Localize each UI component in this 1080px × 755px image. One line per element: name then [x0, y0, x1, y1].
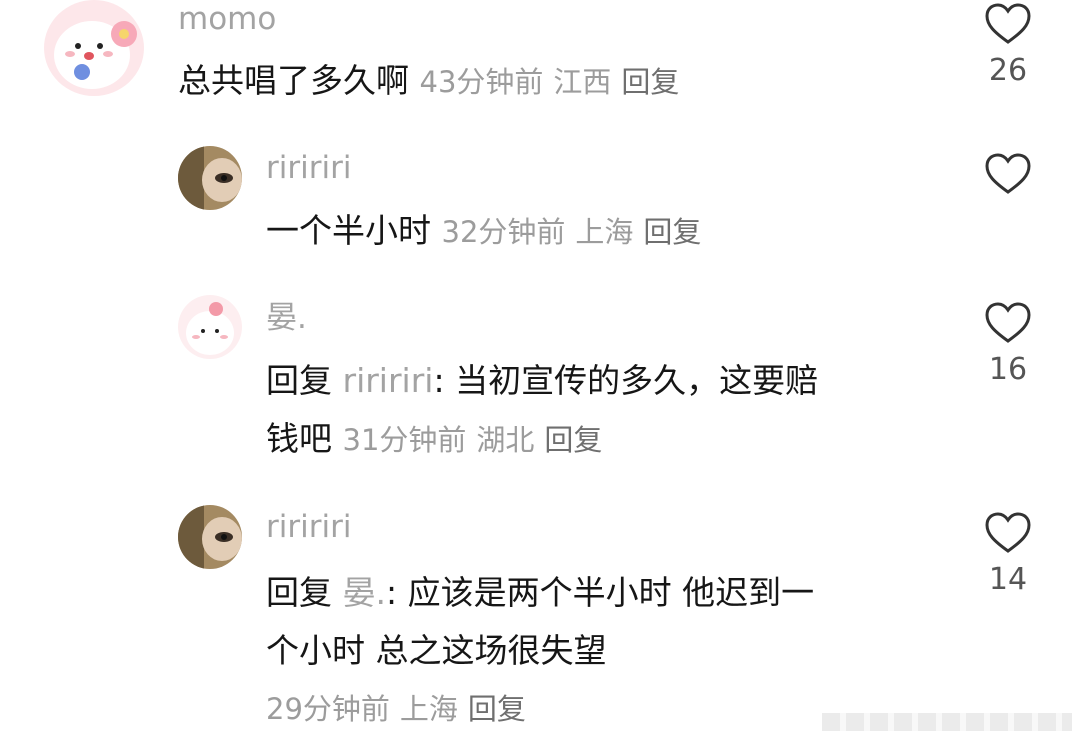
like-button[interactable]: [978, 152, 1038, 206]
comment-line: 回复 晏.: 应该是两个半小时 他迟到一: [266, 564, 946, 622]
heart-icon: [985, 3, 1031, 44]
like-count: 16: [988, 352, 1028, 387]
avatar-momo[interactable]: [44, 0, 144, 96]
comment-location: 江西: [553, 65, 612, 99]
comment-meta: 32分钟前 上海 回复: [442, 215, 712, 249]
heart-icon: [985, 302, 1031, 343]
heart-icon: [985, 153, 1031, 194]
comment-time: 43分钟前: [419, 65, 544, 99]
comment-location: 湖北: [476, 423, 535, 457]
comment-text: 应该是两个半小时 他迟到一: [407, 573, 815, 612]
comment-text: 一个半小时: [266, 211, 431, 250]
comment-text: 当初宣传的多久，这要赔: [455, 361, 819, 400]
comment-text: 个小时 总之这场很失望: [266, 631, 607, 670]
comment-line: 钱吧 31分钟前 湖北 回复: [266, 410, 946, 469]
comment-time: 32分钟前: [441, 215, 566, 249]
like-button[interactable]: 16: [978, 301, 1038, 385]
reply-button[interactable]: 回复: [544, 423, 602, 457]
comment-body: 回复 晏.: 应该是两个半小时 他迟到一 个小时 总之这场很失望 29分钟前 上海…: [266, 564, 946, 738]
username[interactable]: riririri: [266, 153, 351, 184]
avatar-yan[interactable]: [178, 295, 242, 359]
reply-prefix: 回复: [266, 361, 332, 400]
comment-location: 上海: [575, 215, 634, 249]
like-count: 26: [988, 53, 1028, 88]
comment-line: 个小时 总之这场很失望: [266, 622, 946, 680]
reply-button[interactable]: 回复: [621, 65, 679, 99]
comment-text: 钱吧: [266, 419, 332, 458]
comment-location: 上海: [399, 692, 458, 726]
comment-time: 29分钟前: [266, 692, 390, 726]
comment-body: 总共唱了多久啊 43分钟前 江西 回复: [178, 52, 938, 111]
like-button[interactable]: 26: [978, 2, 1038, 86]
like-count: 14: [988, 562, 1028, 597]
reply-target-user[interactable]: riririri: [343, 361, 434, 400]
comment-body: 一个半小时 32分钟前 上海 回复: [266, 202, 946, 261]
reply-target-user[interactable]: 晏.: [343, 573, 387, 612]
comment-line: 回复 riririri: 当初宣传的多久，这要赔: [266, 352, 946, 410]
reply-colon: :: [433, 361, 456, 400]
username[interactable]: riririri: [266, 512, 351, 543]
username[interactable]: momo: [178, 4, 276, 35]
comment-text: 总共唱了多久啊: [178, 61, 409, 100]
reply-colon: :: [386, 573, 408, 612]
comment-time: 31分钟前: [342, 423, 467, 457]
reply-button[interactable]: 回复: [468, 692, 526, 726]
reply-prefix: 回复: [266, 573, 332, 612]
username[interactable]: 晏.: [266, 303, 307, 334]
like-button[interactable]: 14: [978, 511, 1038, 595]
heart-icon: [985, 512, 1031, 553]
reply-button[interactable]: 回复: [643, 215, 701, 249]
comment-meta: 31分钟前 湖北 回复: [343, 423, 613, 457]
comment-meta: 43分钟前 江西 回复: [420, 65, 690, 99]
avatar-riririri[interactable]: [178, 505, 242, 569]
avatar-riririri[interactable]: [178, 146, 242, 210]
comment-body: 回复 riririri: 当初宣传的多久，这要赔 钱吧 31分钟前 湖北 回复: [266, 352, 946, 469]
watermark: [822, 713, 1072, 731]
